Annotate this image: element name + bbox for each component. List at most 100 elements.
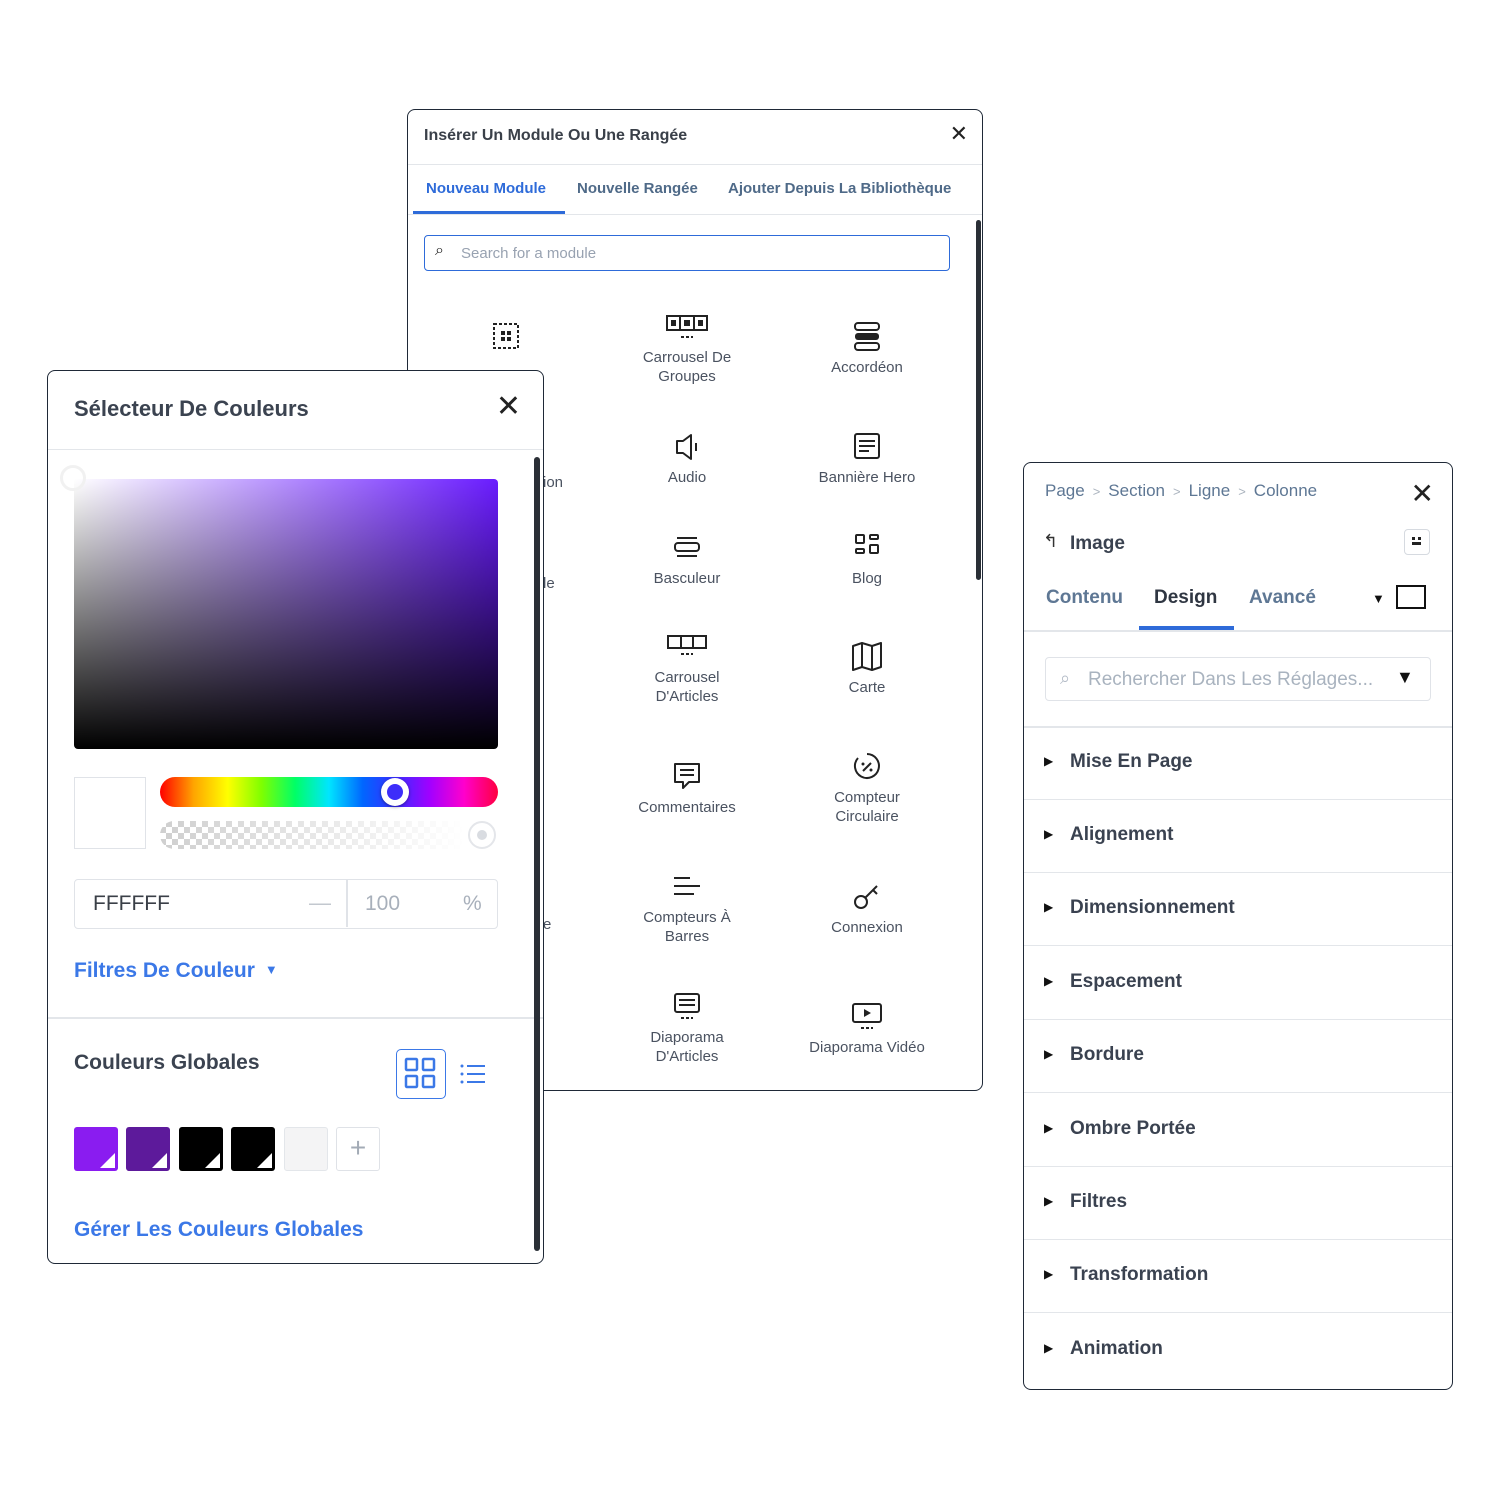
close-icon[interactable]: ✕ [496, 389, 521, 424]
settings-search-input[interactable] [1086, 667, 1390, 693]
section-label: Ombre Portée [1070, 1118, 1196, 1139]
module-list-scrollbar[interactable] [976, 220, 981, 580]
color-value-row: FFFFFF — 100 % [74, 879, 498, 929]
module-label: Basculeur [653, 570, 721, 587]
layout-icon [1412, 537, 1421, 545]
module-label: Diaporama Vidéo [809, 1039, 925, 1056]
module-bar-counter[interactable]: Compteurs À Barres [602, 870, 772, 946]
audio-icon [676, 434, 697, 460]
minus-icon: — [309, 890, 331, 915]
opacity-handle[interactable] [468, 821, 496, 849]
module-name: Image [1070, 533, 1125, 554]
module-post-slider[interactable]: Diaporama D'Articles [602, 990, 772, 1066]
circle-counter-icon [853, 753, 880, 779]
opacity-slider[interactable] [160, 821, 498, 849]
section-filters[interactable]: ▶ Filtres [1024, 1167, 1452, 1240]
layout-toggle-button[interactable] [1404, 529, 1430, 555]
module-search-input[interactable] [459, 241, 933, 265]
module-label: Blog [851, 570, 883, 587]
module-hero-banner[interactable]: Bannière Hero [782, 430, 952, 487]
caret-right-icon: ▶ [1044, 1121, 1054, 1135]
tab-advanced[interactable]: Avancé [1249, 587, 1316, 609]
close-icon[interactable]: ✕ [1411, 477, 1434, 510]
caret-right-icon: ▶ [1044, 1341, 1054, 1355]
bar-counter-icon [674, 877, 700, 895]
saturation-handle[interactable] [60, 465, 86, 491]
module-label: Diaporama D'Articles [650, 1029, 724, 1065]
percent-unit: % [463, 892, 482, 915]
hue-handle[interactable] [381, 778, 409, 806]
search-icon: ⌕ [1060, 668, 1071, 688]
module-accordion[interactable]: Accordéon [782, 320, 952, 377]
list-icon [460, 1064, 485, 1084]
tab-from-library[interactable]: Ajouter Depuis La Bibliothèque [728, 180, 951, 197]
grid-view-button[interactable] [396, 1049, 446, 1099]
module-audio[interactable]: Audio [602, 430, 772, 487]
caret-down-icon[interactable]: ▼ [1372, 591, 1385, 606]
tab-new-row[interactable]: Nouvelle Rangée [577, 180, 698, 197]
module-video-slider[interactable]: Diaporama Vidéo [782, 1000, 952, 1057]
section-spacing[interactable]: ▶ Espacement [1024, 947, 1452, 1020]
module-label: Commentaires [638, 799, 736, 816]
module-group-carousel[interactable]: Carrousel De Groupes [602, 310, 772, 386]
tab-design[interactable]: Design [1154, 587, 1217, 609]
manage-global-colors-link[interactable]: Gérer Les Couleurs Globales [74, 1218, 363, 1242]
global-color-swatch[interactable] [126, 1127, 170, 1171]
accordion-icon [854, 322, 880, 351]
module-comments[interactable]: Commentaires [602, 760, 772, 817]
breadcrumb-column[interactable]: Colonne [1254, 481, 1317, 500]
hue-slider[interactable] [160, 777, 498, 807]
module-blog[interactable]: Blog [782, 531, 952, 588]
back-arrow-icon[interactable]: ↰ [1043, 531, 1058, 552]
section-box-shadow[interactable]: ▶ Ombre Portée [1024, 1094, 1452, 1167]
tab-new-module[interactable]: Nouveau Module [426, 180, 546, 197]
add-color-button[interactable]: + [336, 1127, 380, 1171]
module-post-carousel[interactable]: Carrousel D'Articles [602, 630, 772, 706]
module-login[interactable]: Connexion [782, 880, 952, 937]
close-icon[interactable]: ✕ [950, 121, 968, 147]
saturation-area[interactable] [74, 479, 498, 749]
opacity-input[interactable]: 100 [365, 892, 400, 916]
hex-input[interactable]: FFFFFF [93, 892, 170, 916]
group-icon[interactable] [492, 322, 520, 350]
module-map[interactable]: Carte [782, 640, 952, 697]
module-search-box[interactable]: ⌕ [424, 235, 950, 271]
module-circle-counter[interactable]: Compteur Circulaire [782, 750, 952, 826]
section-label: Filtres [1070, 1191, 1128, 1212]
insert-panel-tabs: Nouveau Module Nouvelle Rangée Ajouter D… [408, 164, 982, 215]
partial-module-label: e [543, 916, 552, 933]
section-alignment[interactable]: ▶ Alignement [1024, 800, 1452, 873]
filter-icon[interactable]: ▼ [1396, 667, 1414, 688]
chevron-right-icon: > [1092, 484, 1101, 499]
breadcrumb-page[interactable]: Page [1045, 481, 1085, 500]
global-color-swatch[interactable] [179, 1127, 223, 1171]
breadcrumb-section[interactable]: Section [1108, 481, 1165, 500]
group-carousel-icon [666, 315, 708, 338]
divider [1024, 630, 1452, 632]
section-layout[interactable]: ▶ Mise En Page [1024, 727, 1452, 800]
global-color-swatch[interactable] [231, 1127, 275, 1171]
section-animation[interactable]: ▶ Animation [1024, 1314, 1452, 1387]
divider [48, 1017, 543, 1019]
section-label: Animation [1070, 1338, 1163, 1359]
color-filters-toggle[interactable]: Filtres De Couleur ▼ [74, 959, 278, 983]
module-label: Carrousel D'Articles [654, 669, 720, 705]
settings-search-box[interactable]: ⌕ ▼ [1045, 657, 1431, 701]
module-toggle[interactable]: Basculeur [602, 531, 772, 588]
color-panel-scrollbar[interactable] [534, 457, 540, 1251]
section-label: Transformation [1070, 1264, 1209, 1285]
tab-content[interactable]: Contenu [1046, 587, 1123, 609]
list-view-button[interactable] [458, 1059, 488, 1089]
caret-right-icon: ▶ [1044, 900, 1054, 914]
global-color-swatch[interactable] [74, 1127, 118, 1171]
breadcrumb-row[interactable]: Ligne [1189, 481, 1231, 500]
section-sizing[interactable]: ▶ Dimensionnement [1024, 873, 1452, 946]
global-color-swatch[interactable] [284, 1127, 328, 1171]
section-transform[interactable]: ▶ Transformation [1024, 1240, 1452, 1313]
responsive-preview-button[interactable] [1396, 585, 1426, 609]
module-label: Compteur Circulaire [834, 789, 900, 825]
breadcrumb: Page > Section > Ligne > Colonne [1045, 481, 1317, 501]
module-label: Bannière Hero [818, 469, 916, 486]
section-border[interactable]: ▶ Bordure [1024, 1020, 1452, 1093]
insert-panel-header: Insérer Un Module Ou Une Rangée ✕ [408, 110, 982, 165]
